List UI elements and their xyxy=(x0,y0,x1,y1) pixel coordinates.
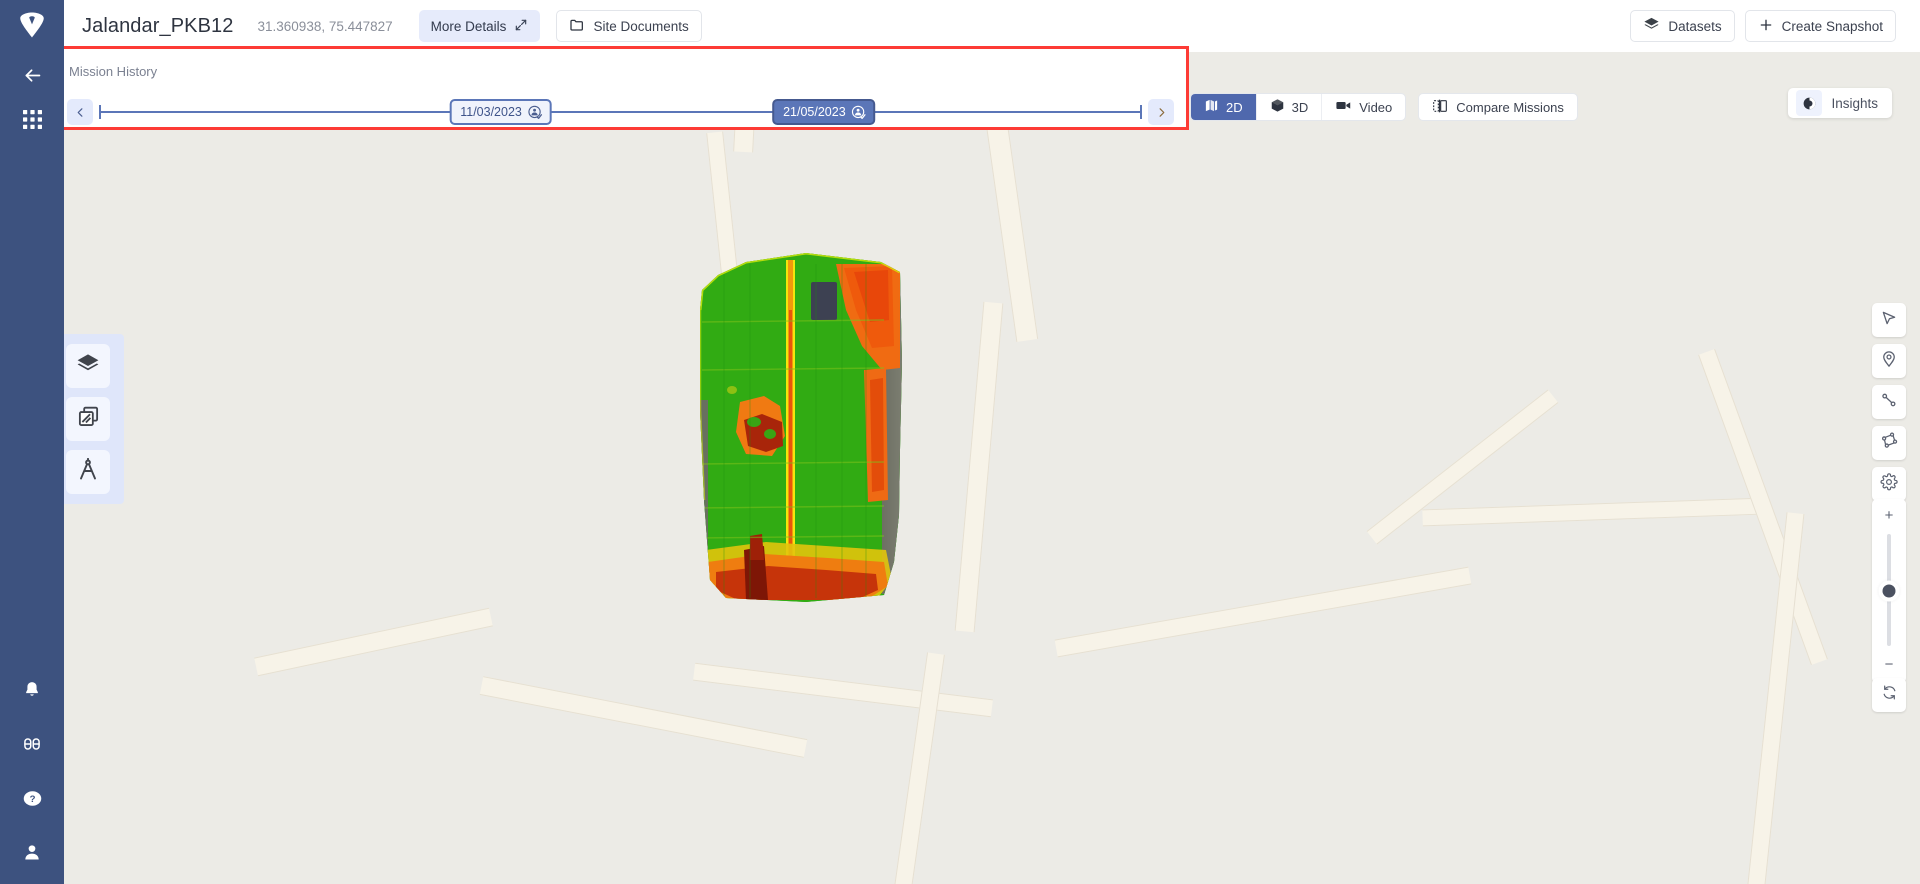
select-tool-button[interactable] xyxy=(1872,303,1906,337)
measure-tool-button[interactable] xyxy=(66,450,110,494)
measure-compass-icon xyxy=(76,457,100,487)
map-canvas[interactable] xyxy=(64,52,1920,884)
header-actions: Datasets Create Snapshot xyxy=(1630,10,1896,42)
tab-2d-label: 2D xyxy=(1226,99,1243,115)
site-documents-button[interactable]: Site Documents xyxy=(556,10,702,42)
overlay-compare-icon xyxy=(77,405,100,433)
map-reset-button[interactable] xyxy=(1872,678,1906,712)
ndvi-orthomosaic[interactable] xyxy=(686,250,934,602)
sidebar-item-account[interactable] xyxy=(10,830,54,874)
layers-tool-button[interactable] xyxy=(66,344,110,388)
mission-marker-selected[interactable]: 21/05/2023 xyxy=(772,99,876,125)
create-snapshot-label: Create Snapshot xyxy=(1781,18,1883,34)
zoom-in-button[interactable]: + xyxy=(1885,505,1894,526)
datasets-button[interactable]: Datasets xyxy=(1630,10,1735,42)
map-settings-button[interactable] xyxy=(1872,467,1906,501)
mission-marker[interactable]: 11/03/2023 xyxy=(449,99,552,125)
timeline-start-cap xyxy=(99,105,101,119)
timeline-next-button[interactable] xyxy=(1148,99,1174,125)
layers-icon xyxy=(76,352,100,381)
datasets-label: Datasets xyxy=(1668,18,1722,34)
zoom-slider[interactable] xyxy=(1882,534,1896,646)
refresh-icon xyxy=(1881,684,1898,706)
mission-date-label: 11/03/2023 xyxy=(460,105,522,119)
svg-text:?: ? xyxy=(29,794,35,805)
gear-icon xyxy=(1880,472,1898,496)
tab-video[interactable]: Video xyxy=(1322,94,1405,120)
view-mode-segment: 2D 3D Video xyxy=(1190,93,1407,121)
top-header: Jalandar_PKB12 31.360938, 75.447827 More… xyxy=(64,0,1920,52)
drone-check-icon xyxy=(852,105,867,120)
map-road xyxy=(1741,512,1805,884)
tab-3d-label: 3D xyxy=(1291,99,1309,115)
timeline-line xyxy=(99,111,1142,113)
sidebar-item-notifications[interactable] xyxy=(10,668,54,712)
map-road xyxy=(693,662,993,718)
more-details-button[interactable]: More Details xyxy=(418,10,541,42)
mission-timeline: 11/03/2023 21/05/2023 xyxy=(55,94,1186,130)
cursor-pointer-icon xyxy=(1880,309,1898,332)
map-road xyxy=(1422,497,1763,527)
rail-bottom-group: ? xyxy=(10,668,54,874)
sidebar-item-apps[interactable] xyxy=(10,97,54,141)
polygon-area-icon xyxy=(1880,431,1899,455)
left-nav-rail: ? xyxy=(0,0,64,884)
layers-stack-icon xyxy=(1643,16,1660,36)
timeline-end-cap xyxy=(1140,105,1142,119)
view-mode-toolbar: 2D 3D Video Compare Missions xyxy=(1190,93,1578,121)
overlay-compare-tool-button[interactable] xyxy=(66,397,110,441)
create-snapshot-button[interactable]: Create Snapshot xyxy=(1744,10,1896,42)
zoom-out-button[interactable]: − xyxy=(1885,654,1894,675)
site-documents-label: Site Documents xyxy=(593,18,689,34)
map-right-tool-panel xyxy=(1872,303,1906,501)
compare-split-icon xyxy=(1432,98,1448,117)
tab-2d[interactable]: 2D xyxy=(1191,94,1257,120)
sidebar-item-sliders[interactable] xyxy=(10,722,54,766)
compare-missions-button[interactable]: Compare Missions xyxy=(1418,93,1578,121)
app-logo-icon[interactable] xyxy=(17,10,47,45)
expand-diagonal-icon xyxy=(514,18,528,35)
page-title: Jalandar_PKB12 xyxy=(82,14,234,37)
timeline-prev-button[interactable] xyxy=(67,99,93,125)
map-road xyxy=(954,301,1004,633)
map-2d-icon xyxy=(1204,98,1219,116)
zoom-control: + − xyxy=(1872,499,1906,683)
tab-3d[interactable]: 3D xyxy=(1257,94,1323,120)
folder-icon xyxy=(569,17,585,36)
insights-label: Insights xyxy=(1831,95,1878,111)
more-details-label: More Details xyxy=(430,18,507,34)
area-tool-button[interactable] xyxy=(1872,426,1906,460)
mission-history-title: Mission History xyxy=(69,64,158,79)
zoom-slider-knob[interactable] xyxy=(1882,584,1896,598)
tab-video-label: Video xyxy=(1359,99,1393,115)
timeline-track[interactable]: 11/03/2023 21/05/2023 xyxy=(99,99,1142,125)
distance-tool-button[interactable] xyxy=(1872,385,1906,419)
map-road xyxy=(1054,566,1472,658)
marker-tool-button[interactable] xyxy=(1872,344,1906,378)
site-coordinates: 31.360938, 75.447827 xyxy=(257,18,393,34)
map-road xyxy=(254,607,493,677)
app-root: ? Jalandar_PKB12 31.360938, 75.447827 Mo… xyxy=(0,0,1920,884)
pie-chart-icon xyxy=(1796,90,1823,116)
compare-missions-label: Compare Missions xyxy=(1456,99,1564,115)
sidebar-item-back[interactable] xyxy=(10,53,54,97)
video-camera-icon xyxy=(1335,97,1352,117)
map-pin-icon xyxy=(1880,350,1898,373)
plus-icon xyxy=(1758,17,1774,36)
sidebar-item-help[interactable]: ? xyxy=(10,776,54,820)
drone-check-icon xyxy=(528,105,543,120)
cube-3d-icon xyxy=(1270,98,1285,116)
mission-history-panel: Mission History 11/03/2023 21/05/2023 xyxy=(52,46,1189,130)
mission-date-label: 21/05/2023 xyxy=(783,105,846,119)
polyline-icon xyxy=(1880,391,1898,414)
insights-button[interactable]: Insights xyxy=(1788,88,1892,118)
